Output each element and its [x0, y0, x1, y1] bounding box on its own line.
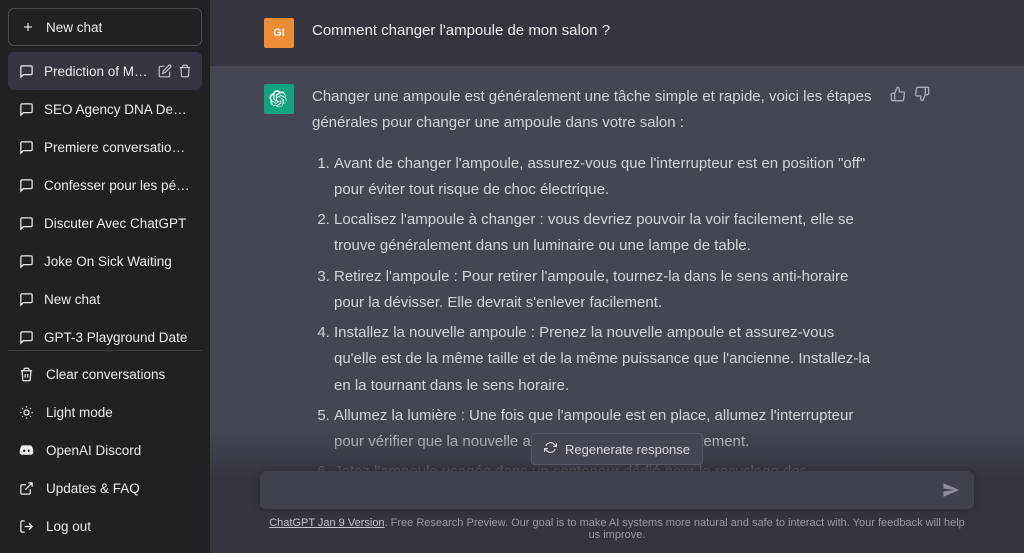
- chat-icon: [18, 215, 34, 231]
- sidebar: New chat Prediction of McDonal SEO Agency…: [0, 0, 210, 553]
- clear-label: Clear conversations: [46, 367, 165, 382]
- composer-area: Regenerate response ChatGPT Jan 9 Versio…: [210, 429, 1024, 553]
- sidebar-chat-item[interactable]: Premiere conversation manqu: [8, 128, 202, 166]
- discord-icon: [18, 442, 34, 458]
- user-avatar: GI: [264, 18, 294, 48]
- chat-icon: [18, 253, 34, 269]
- chat-icon: [18, 101, 34, 117]
- assistant-step: Localisez l'ampoule à changer : vous dev…: [334, 207, 872, 260]
- thumbs-down-button[interactable]: [914, 86, 930, 102]
- chat-icon: [18, 63, 34, 79]
- assistant-step: Retirez l'ampoule : Pour retirer l'ampou…: [334, 264, 872, 317]
- regenerate-label: Regenerate response: [565, 442, 690, 457]
- sun-icon: [18, 404, 34, 420]
- assistant-step: Installez la nouvelle ampoule : Prenez l…: [334, 320, 872, 399]
- thumbs-up-button[interactable]: [890, 86, 906, 102]
- user-message-row: GI Comment changer l'ampoule de mon salo…: [210, 0, 1024, 66]
- sidebar-chat-item[interactable]: SEO Agency DNA Description: [8, 90, 202, 128]
- sidebar-chat-label: New chat: [44, 292, 192, 307]
- sidebar-chat-label: Premiere conversation manqu: [44, 140, 192, 155]
- send-button[interactable]: [942, 481, 960, 499]
- logout-label: Log out: [46, 519, 91, 534]
- updates-label: Updates & FAQ: [46, 481, 140, 496]
- light-mode-button[interactable]: Light mode: [8, 393, 202, 431]
- chat-icon: [18, 291, 34, 307]
- sidebar-chat-item[interactable]: GPT-3 Playground Date: [8, 318, 202, 350]
- clear-conversations-button[interactable]: Clear conversations: [8, 355, 202, 393]
- sidebar-chat-label: Confesser pour les péchés?: [44, 178, 192, 193]
- main: GI Comment changer l'ampoule de mon salo…: [210, 0, 1024, 553]
- sidebar-bottom: Clear conversations Light mode OpenAI Di…: [8, 350, 202, 545]
- sidebar-chat-item[interactable]: Confesser pour les péchés?: [8, 166, 202, 204]
- trash-icon: [18, 366, 34, 382]
- external-link-icon: [18, 480, 34, 496]
- refresh-icon: [544, 441, 557, 457]
- logout-icon: [18, 518, 34, 534]
- chat-item-actions: [158, 64, 192, 78]
- discord-label: OpenAI Discord: [46, 443, 141, 458]
- new-chat-label: New chat: [46, 20, 102, 35]
- delete-icon[interactable]: [178, 64, 192, 78]
- plus-icon: [20, 19, 36, 35]
- discord-button[interactable]: OpenAI Discord: [8, 431, 202, 469]
- logout-button[interactable]: Log out: [8, 507, 202, 545]
- sidebar-chat-label: SEO Agency DNA Description: [44, 102, 192, 117]
- footer-text: . Free Research Preview. Our goal is to …: [385, 517, 965, 541]
- assistant-step: Avant de changer l'ampoule, assurez-vous…: [334, 151, 872, 204]
- message-input[interactable]: [274, 482, 942, 499]
- light-mode-label: Light mode: [46, 405, 113, 420]
- version-link[interactable]: ChatGPT Jan 9 Version: [269, 517, 384, 529]
- chat-icon: [18, 139, 34, 155]
- composer[interactable]: [260, 471, 974, 509]
- sidebar-chat-label: Discuter Avec ChatGPT: [44, 216, 192, 231]
- sidebar-chat-label: Prediction of McDonal: [44, 64, 148, 79]
- chat-icon: [18, 329, 34, 345]
- sidebar-chat-item[interactable]: New chat: [8, 280, 202, 318]
- updates-faq-button[interactable]: Updates & FAQ: [8, 469, 202, 507]
- assistant-avatar: [264, 84, 294, 114]
- sidebar-chat-item[interactable]: Discuter Avec ChatGPT: [8, 204, 202, 242]
- new-chat-button[interactable]: New chat: [8, 8, 202, 46]
- sidebar-chat-label: Joke On Sick Waiting: [44, 254, 192, 269]
- sidebar-chat-label: GPT-3 Playground Date: [44, 330, 192, 345]
- edit-icon[interactable]: [158, 64, 172, 78]
- sidebar-chat-item[interactable]: Prediction of McDonal: [8, 52, 202, 90]
- chat-icon: [18, 177, 34, 193]
- chat-list: Prediction of McDonal SEO Agency DNA Desc…: [8, 52, 202, 350]
- sidebar-chat-item[interactable]: Joke On Sick Waiting: [8, 242, 202, 280]
- user-message-text: Comment changer l'ampoule de mon salon ?: [312, 18, 872, 48]
- footer-note: ChatGPT Jan 9 Version. Free Research Pre…: [260, 509, 974, 545]
- regenerate-button[interactable]: Regenerate response: [531, 433, 703, 465]
- assistant-intro: Changer une ampoule est généralement une…: [312, 84, 872, 137]
